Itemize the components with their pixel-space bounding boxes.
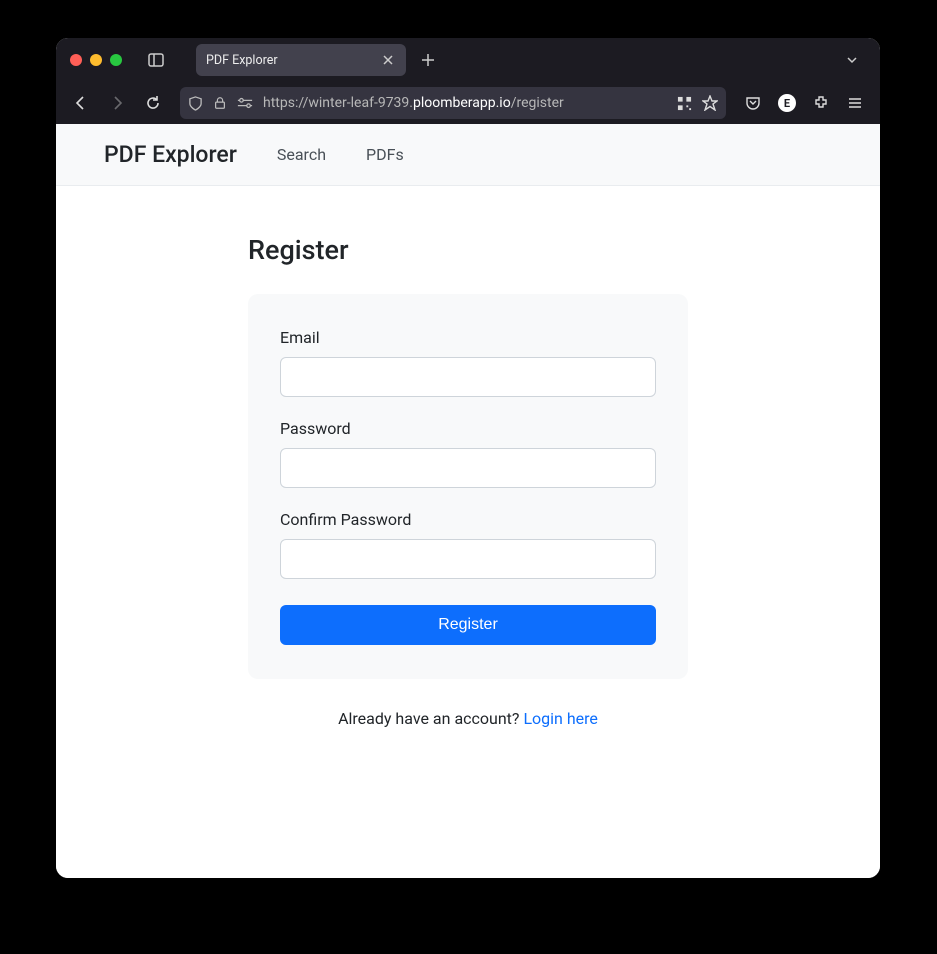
url-bar[interactable]: https://winter-leaf-9739.ploomberapp.io/… [180,87,726,119]
main-content: Register Email Password Confirm Password… [208,186,728,776]
sidebar-toggle-button[interactable] [142,46,170,74]
register-form-card: Email Password Confirm Password Register [248,294,688,679]
url-text: https://winter-leaf-9739.ploomberapp.io/… [263,95,667,111]
email-field[interactable] [280,357,656,397]
new-tab-button[interactable] [414,46,442,74]
menu-icon[interactable] [840,88,870,118]
email-label: Email [280,328,656,347]
browser-chrome: PDF Explorer [56,38,880,124]
back-button[interactable] [66,88,96,118]
brand-title[interactable]: PDF Explorer [104,141,237,168]
nav-link-pdfs[interactable]: PDFs [366,145,404,164]
account-icon[interactable]: E [772,88,802,118]
browser-toolbar: https://winter-leaf-9739.ploomberapp.io/… [56,82,880,124]
password-field[interactable] [280,448,656,488]
page-title: Register [248,234,688,266]
window-controls [70,54,122,66]
confirm-password-label: Confirm Password [280,510,656,529]
login-link[interactable]: Login here [523,709,597,728]
app-navbar: PDF Explorer Search PDFs [56,124,880,186]
tabs-dropdown-button[interactable] [838,46,866,74]
maximize-window-icon[interactable] [110,54,122,66]
browser-tab[interactable]: PDF Explorer [196,44,406,76]
close-window-icon[interactable] [70,54,82,66]
qr-icon[interactable] [677,96,692,111]
register-button[interactable]: Register [280,605,656,645]
close-tab-icon[interactable] [380,52,396,68]
browser-window: PDF Explorer [56,38,880,878]
password-label: Password [280,419,656,438]
lock-icon[interactable] [213,96,227,110]
login-prompt-text: Already have an account? [338,709,523,728]
confirm-password-field[interactable] [280,539,656,579]
permissions-icon[interactable] [237,96,253,110]
page-content: PDF Explorer Search PDFs Register Email … [56,124,880,878]
reload-button[interactable] [138,88,168,118]
minimize-window-icon[interactable] [90,54,102,66]
extensions-icon[interactable] [806,88,836,118]
forward-button[interactable] [102,88,132,118]
tab-bar: PDF Explorer [56,38,880,82]
shield-icon[interactable] [188,96,203,111]
pocket-icon[interactable] [738,88,768,118]
nav-link-search[interactable]: Search [277,145,326,164]
tab-title: PDF Explorer [206,53,278,68]
login-prompt: Already have an account? Login here [248,709,688,728]
bookmark-star-icon[interactable] [702,95,718,111]
